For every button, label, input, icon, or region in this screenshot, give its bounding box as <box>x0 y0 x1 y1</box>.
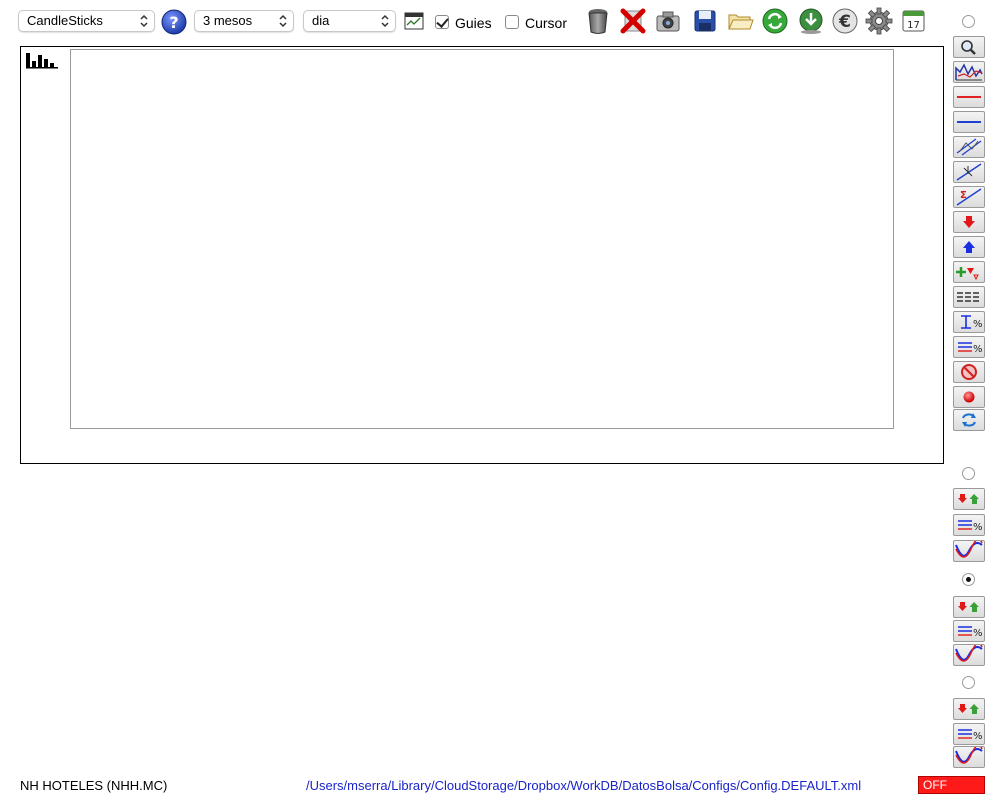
dashed-lines-icon <box>957 292 981 302</box>
magnifier-icon <box>961 40 976 55</box>
delete-x-icon[interactable] <box>619 7 647 35</box>
guides-checkbox[interactable] <box>435 15 449 29</box>
camera-icon[interactable] <box>654 7 682 35</box>
record-button[interactable] <box>953 386 985 408</box>
config-path-link[interactable]: /Users/mserra/Library/CloudStorage/Dropb… <box>306 778 861 794</box>
panel2-signals-button[interactable] <box>953 596 985 618</box>
company-name: NH HOTELES (NHH.MC) <box>20 778 168 793</box>
add-signal-icon <box>956 267 979 281</box>
blue-up-arrow-icon <box>963 241 975 253</box>
guides-label: Guies <box>455 15 492 31</box>
prohibit-icon <box>961 364 977 380</box>
settings-icon[interactable] <box>865 7 893 35</box>
chart-view-button[interactable] <box>953 61 985 83</box>
trash-icon[interactable] <box>584 7 612 35</box>
oscillator-icon <box>955 747 983 764</box>
svg-text:%: % <box>973 628 983 639</box>
period-value: 3 mesos <box>203 13 253 28</box>
range-percent-icon: % <box>961 315 983 330</box>
interval-value: dia <box>312 13 330 28</box>
panel2-lines-percent-button[interactable]: % <box>953 620 985 642</box>
sigma-trend-icon: Σ <box>956 188 982 206</box>
down-up-arrows-icon <box>958 602 979 612</box>
lines-percent-icon: % <box>958 729 983 742</box>
red-line-icon <box>957 96 981 98</box>
chart-type-value: CandleSticks <box>27 13 103 28</box>
zoom-button[interactable] <box>953 36 985 58</box>
oscillator-icon <box>955 541 983 558</box>
euro-icon[interactable]: € <box>831 7 859 35</box>
red-down-arrow-icon <box>963 216 975 228</box>
chevron-updown-icon <box>381 14 389 28</box>
panel3-lines-percent-button[interactable]: % <box>953 723 985 745</box>
red-dot-icon <box>963 391 975 403</box>
panel1-radio[interactable] <box>962 467 975 480</box>
panel3-signals-button[interactable] <box>953 698 985 720</box>
svg-text:%: % <box>973 731 983 742</box>
chevron-updown-icon <box>140 14 148 28</box>
cursor-label: Cursor <box>525 15 568 31</box>
lines-percent-button[interactable]: % <box>953 336 985 358</box>
panel3-radio[interactable] <box>962 676 975 689</box>
lines-percent-icon: % <box>958 342 983 355</box>
channel-icon <box>956 138 982 156</box>
prohibit-button[interactable] <box>953 361 985 383</box>
trendline-button[interactable] <box>953 161 985 183</box>
bar-chart-icon[interactable] <box>26 53 58 69</box>
panel1-signals-button[interactable] <box>953 488 985 510</box>
buy-arrow-button[interactable] <box>953 236 985 258</box>
interval-select[interactable]: dia <box>303 10 396 32</box>
sync-arrows-icon <box>962 413 976 427</box>
chart-type-select[interactable]: CandleSticks <box>18 10 155 32</box>
panel2-oscillator-button[interactable] <box>953 644 985 666</box>
blue-line-icon <box>957 121 981 123</box>
svg-text:%: % <box>973 344 983 355</box>
trendline-icon <box>956 163 982 181</box>
refresh-icon[interactable] <box>761 7 789 35</box>
svg-text:%: % <box>973 319 983 330</box>
sync-button[interactable] <box>953 409 985 431</box>
price-chart-icon <box>955 63 983 81</box>
down-up-arrows-icon <box>958 494 979 504</box>
levels-button[interactable] <box>953 286 985 308</box>
svg-text:%: % <box>973 522 983 533</box>
svg-text:Σ: Σ <box>960 190 967 201</box>
oscillator-icon <box>955 645 983 662</box>
channel-button[interactable] <box>953 136 985 158</box>
down-up-arrows-icon <box>958 704 979 714</box>
cursor-checkbox[interactable] <box>505 15 519 29</box>
calendar-17-icon[interactable]: 17 <box>900 7 928 35</box>
calendar-day-text: 17 <box>907 20 920 31</box>
period-select[interactable]: 3 mesos <box>194 10 294 32</box>
blue-line-button[interactable] <box>953 111 985 133</box>
save-icon[interactable] <box>691 7 719 35</box>
panel1-lines-percent-button[interactable]: % <box>953 514 985 536</box>
panel1-oscillator-button[interactable] <box>953 540 985 562</box>
add-signals-button[interactable] <box>953 261 985 283</box>
svg-text:?: ? <box>169 13 178 32</box>
sigma-trend-button[interactable]: Σ <box>953 186 985 208</box>
sell-arrow-button[interactable] <box>953 211 985 233</box>
calendar-chart-icon[interactable] <box>404 12 424 30</box>
lines-percent-icon: % <box>958 520 983 533</box>
lines-percent-icon: % <box>958 626 983 639</box>
folder-icon[interactable] <box>726 7 754 35</box>
red-line-button[interactable] <box>953 86 985 108</box>
plot-area[interactable] <box>70 49 894 429</box>
top-radio[interactable] <box>962 15 975 28</box>
help-icon[interactable]: ? <box>161 9 187 35</box>
svg-text:€: € <box>838 12 851 32</box>
off-toggle[interactable]: OFF <box>918 776 985 794</box>
download-icon[interactable] <box>797 7 825 35</box>
range-percent-button[interactable]: % <box>953 311 985 333</box>
chevron-updown-icon <box>279 14 287 28</box>
panel3-oscillator-button[interactable] <box>953 746 985 768</box>
panel2-radio[interactable] <box>962 573 975 586</box>
